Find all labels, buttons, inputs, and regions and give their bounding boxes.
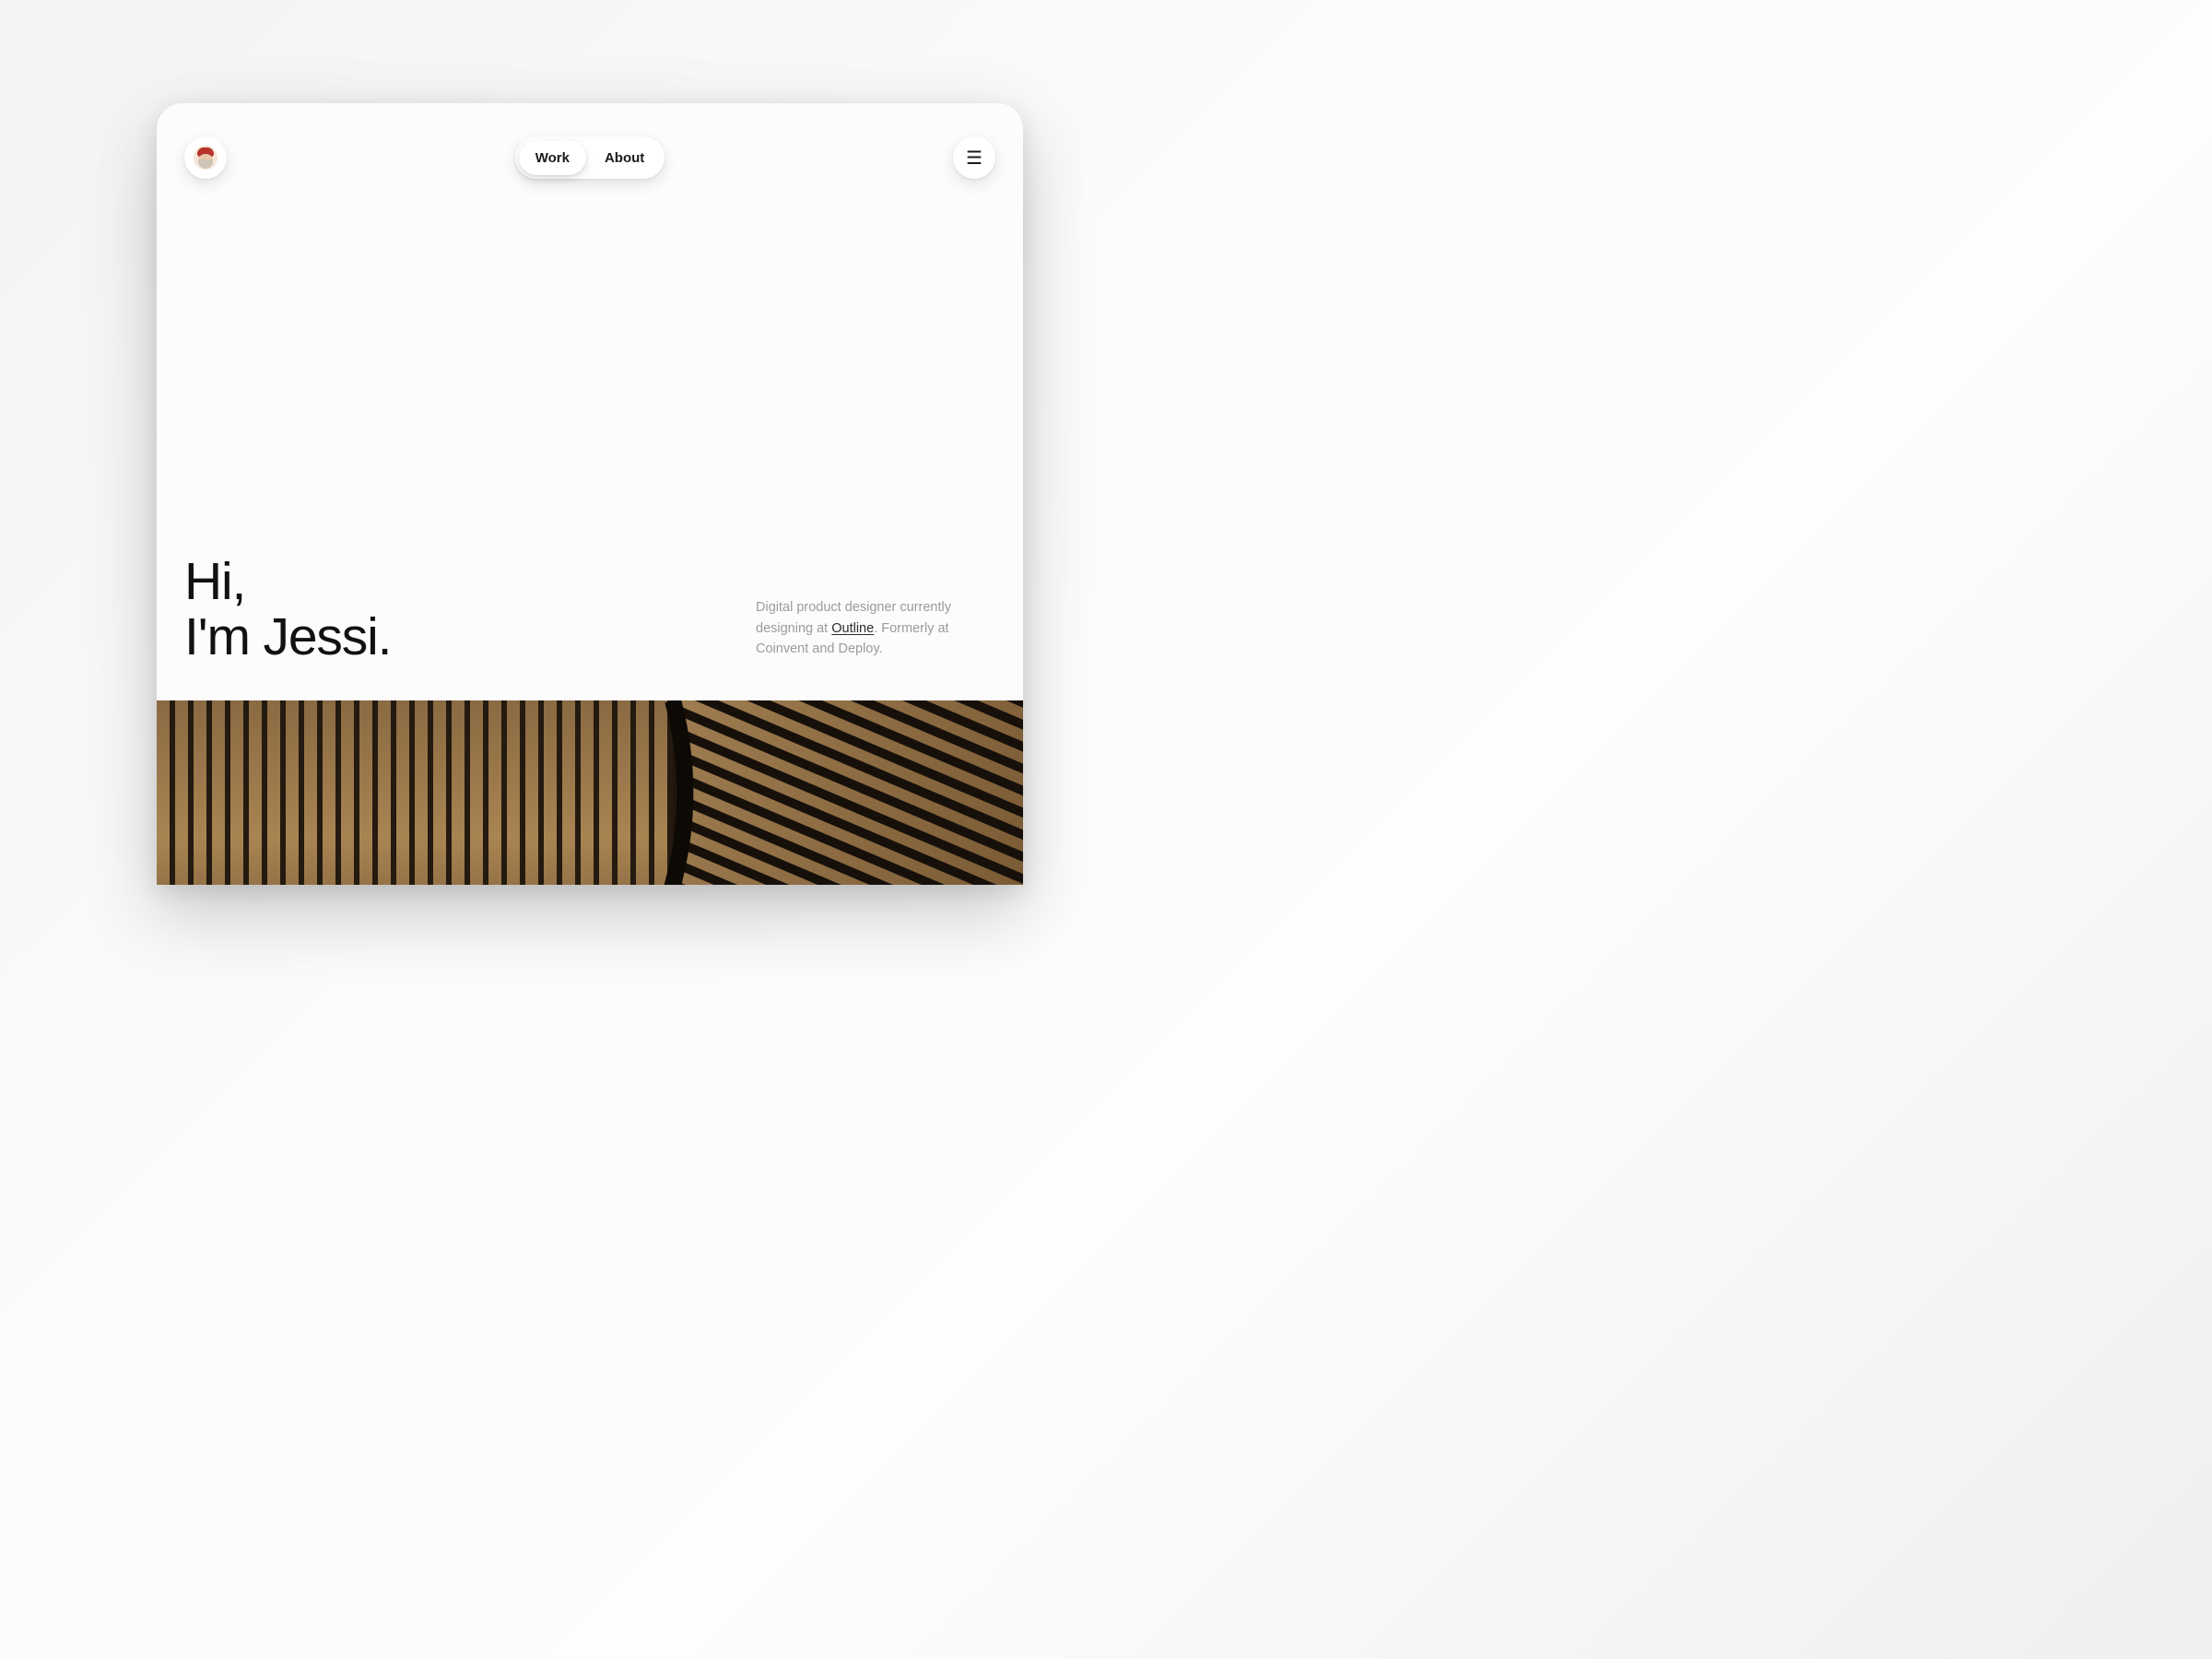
nav-item-label: Work — [535, 150, 570, 166]
hero-subtitle-link[interactable]: Outline — [831, 621, 874, 636]
hero-title-line1: Hi, — [184, 555, 391, 610]
hamburger-icon: ☰ — [966, 147, 982, 170]
hero-image — [157, 700, 1023, 885]
nav-item-work[interactable]: Work — [519, 140, 586, 175]
nav-item-label: About — [605, 150, 644, 166]
avatar-button[interactable] — [184, 136, 227, 179]
hero-subtitle: Digital product designer currently desig… — [756, 597, 995, 665]
hero-title-line2: I'm Jessi. — [184, 610, 391, 665]
nav-pill: Work About — [515, 136, 665, 179]
page-card: Work About ☰ Hi, I'm Jessi. Digital prod… — [157, 103, 1023, 885]
menu-button[interactable]: ☰ — [953, 136, 995, 179]
avatar-icon — [194, 146, 218, 170]
header: Work About ☰ — [157, 103, 1023, 212]
hero: Hi, I'm Jessi. Digital product designer … — [184, 555, 995, 665]
nav-item-about[interactable]: About — [588, 140, 661, 175]
hero-title: Hi, I'm Jessi. — [184, 555, 391, 665]
